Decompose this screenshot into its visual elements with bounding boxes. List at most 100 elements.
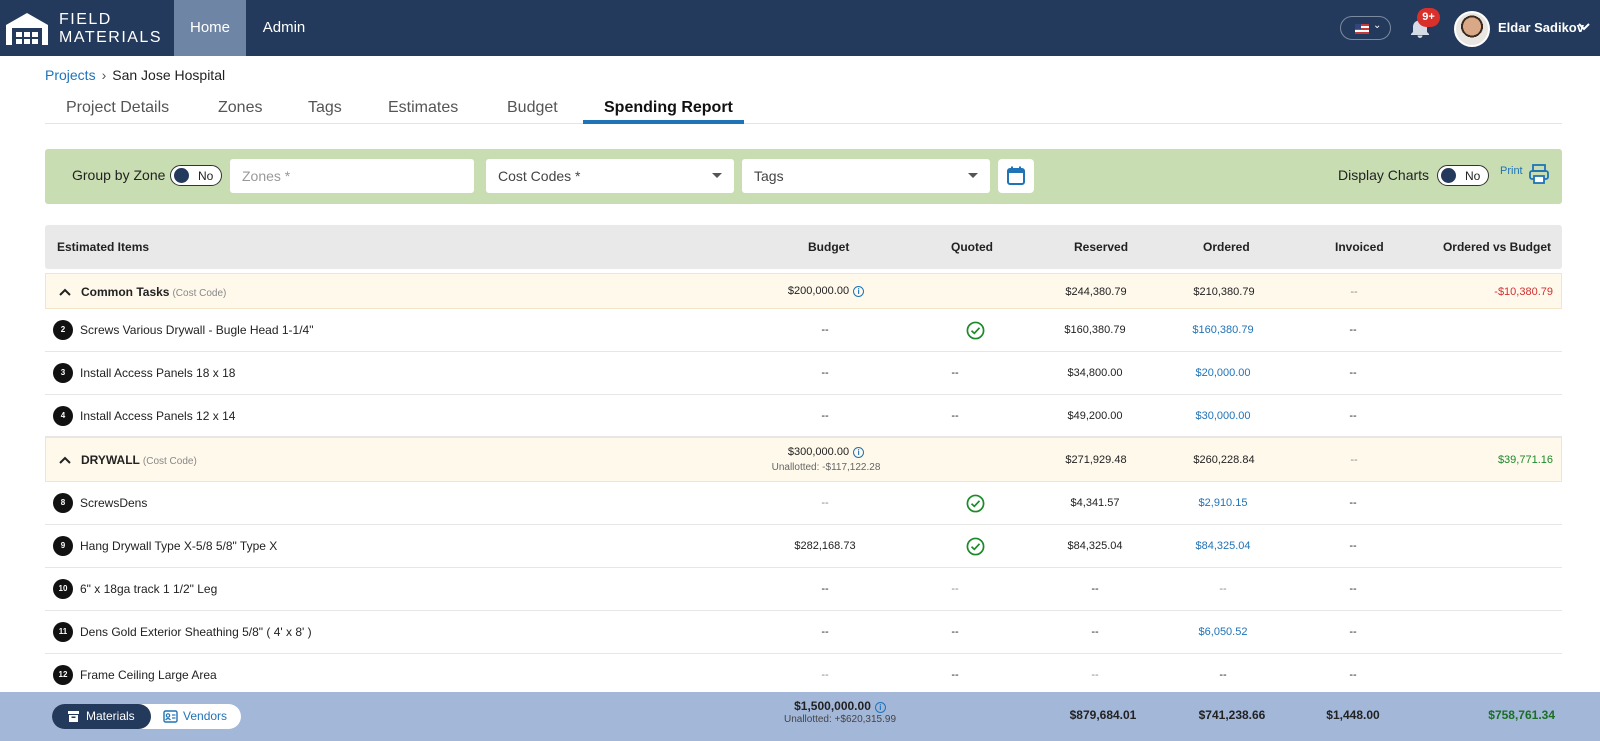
breadcrumb: Projects › San Jose Hospital [45,67,225,83]
filter-bar: Group by Zone No Zones * Cost Codes * Ta… [45,149,1562,204]
user-avatar[interactable] [1454,11,1490,47]
tab-tags[interactable]: Tags [308,99,342,117]
item-budget: -- [821,626,829,638]
item-quoted: -- [951,367,959,379]
table-row[interactable]: 8 ScrewsDens -- $4,341.57 $2,910.15 -- [45,482,1562,525]
box-icon [68,711,79,722]
group-invoiced: -- [1350,286,1358,298]
item-budget: -- [821,497,829,509]
item-number: 4 [53,406,73,426]
item-invoiced: -- [1349,497,1357,509]
logo-line2: MATERIALS [59,29,162,46]
chevron-down-icon: ⌄ [1373,20,1382,31]
item-reserved: $84,325.04 [1067,540,1123,552]
col-quoted[interactable]: Quoted [951,240,993,254]
col-ordered-vs-budget[interactable]: Ordered vs Budget [1443,240,1551,254]
nav-home[interactable]: Home [174,0,246,56]
item-quoted: -- [951,410,959,422]
item-name: Install Access Panels 18 x 18 [80,366,236,380]
user-menu-chevron-icon[interactable] [1577,20,1591,34]
item-budget: -- [821,367,829,379]
group-ordered-vs-budget: -$10,380.79 [1494,286,1553,298]
item-reserved: $49,200.00 [1067,410,1123,422]
footer-unallotted: Unallotted: +$620,315.99 [783,714,897,725]
date-range-button[interactable] [998,159,1034,193]
item-reserved: -- [1091,669,1099,681]
toggle-value: No [198,169,214,183]
user-name[interactable]: Eldar Sadikov [1498,0,1584,56]
tab-project-details[interactable]: Project Details [66,99,169,117]
item-ordered-link[interactable]: $6,050.52 [1163,626,1283,638]
display-charts-toggle[interactable]: No [1437,165,1489,186]
group-by-zone-toggle[interactable]: No [170,165,222,186]
table-row[interactable]: 3 Install Access Panels 18 x 18 -- -- $3… [45,352,1562,395]
vendor-card-icon [163,710,178,723]
footer-ordered: $741,238.66 [1198,708,1266,722]
tab-zones[interactable]: Zones [218,99,262,117]
cost-codes-select[interactable]: Cost Codes * [486,159,734,193]
table-row[interactable]: 11 Dens Gold Exterior Sheathing 5/8" ( 4… [45,611,1562,654]
warehouse-logo-icon[interactable] [4,11,50,47]
item-reserved: $4,341.57 [1070,497,1120,509]
zones-input[interactable]: Zones * [230,159,474,193]
check-circle-icon [966,537,985,556]
footer-invoiced: $1,448.00 [1326,708,1380,722]
tab-estimates[interactable]: Estimates [388,99,458,117]
item-number: 12 [53,665,73,685]
print-link[interactable]: Print [1500,165,1523,177]
nav-admin[interactable]: Admin [256,0,312,56]
item-ordered-link[interactable]: $84,325.04 [1163,540,1283,552]
printer-icon[interactable] [1528,163,1550,185]
table-row[interactable]: 12 Frame Ceiling Large Area -- -- -- -- … [45,654,1562,694]
group-name: DRYWALL (Cost Code) [81,453,197,467]
cost-code-group-row[interactable]: Common Tasks (Cost Code) $200,000.00 i $24… [45,273,1562,309]
col-invoiced[interactable]: Invoiced [1335,240,1384,254]
info-icon[interactable]: i [853,447,865,458]
item-budget: -- [821,669,829,681]
group-ordered-vs-budget: $39,771.16 [1497,454,1553,466]
item-number: 8 [53,493,73,513]
col-budget[interactable]: Budget [808,240,849,254]
totals-footer: Materials Vendors $1,500,000.00 i Unallot… [0,692,1600,741]
item-quoted: -- [951,583,959,595]
info-icon[interactable]: i [874,702,886,713]
table-row[interactable]: 2 Screws Various Drywall - Bugle Head 1-… [45,309,1562,352]
tab-budget[interactable]: Budget [507,99,558,117]
breadcrumb-projects-link[interactable]: Projects [45,67,96,83]
col-ordered[interactable]: Ordered [1203,240,1250,254]
materials-view-button[interactable]: Materials [52,704,151,729]
table-row[interactable]: 10 6" x 18ga track 1 1/2" Leg -- -- -- -… [45,568,1562,611]
item-ordered-link[interactable]: $20,000.00 [1163,367,1283,379]
item-name: Screws Various Drywall - Bugle Head 1-1/… [80,323,314,337]
item-ordered-link[interactable]: $2,910.15 [1163,497,1283,509]
footer-reserved: $879,684.01 [1069,708,1137,722]
item-name: Frame Ceiling Large Area [80,668,217,682]
view-switcher: Materials Vendors [52,704,241,729]
item-ordered-link[interactable]: $30,000.00 [1163,410,1283,422]
group-invoiced: -- [1350,454,1358,466]
tags-select[interactable]: Tags [742,159,990,193]
cost-code-group-row[interactable]: DRYWALL (Cost Code) $300,000.00 i Unallott… [45,437,1562,482]
app-logo-text[interactable]: FIELD MATERIALS [59,11,162,47]
item-name: Dens Gold Exterior Sheathing 5/8" ( 4' x… [80,625,312,639]
item-name: Install Access Panels 12 x 14 [80,409,236,423]
item-reserved: $34,800.00 [1067,367,1123,379]
chevron-up-icon[interactable] [59,288,71,296]
item-invoiced: -- [1349,410,1357,422]
table-row[interactable]: 4 Install Access Panels 12 x 14 -- -- $4… [45,395,1562,437]
caret-down-icon [968,173,978,178]
info-icon[interactable]: i [853,286,865,297]
col-estimated-items[interactable]: Estimated Items [57,240,149,254]
table-row[interactable]: 9 Hang Drywall Type X-5/8 5/8" Type X $2… [45,525,1562,568]
language-selector[interactable]: ⌄ [1340,16,1391,40]
chevron-up-icon[interactable] [59,456,71,464]
item-number: 10 [53,579,73,599]
item-ordered-link[interactable]: $160,380.79 [1163,324,1283,336]
top-nav-bar: FIELD MATERIALS Home Admin ⌄ 9+ Eldar Sa… [0,0,1600,56]
tab-spending-report[interactable]: Spending Report [604,99,733,117]
footer-ordered-vs-budget: $758,761.34 [1488,708,1555,722]
toggle-knob [174,168,189,183]
col-reserved[interactable]: Reserved [1074,240,1128,254]
item-name: 6" x 18ga track 1 1/2" Leg [80,582,218,596]
cost-code-tag: (Cost Code) [142,456,197,467]
